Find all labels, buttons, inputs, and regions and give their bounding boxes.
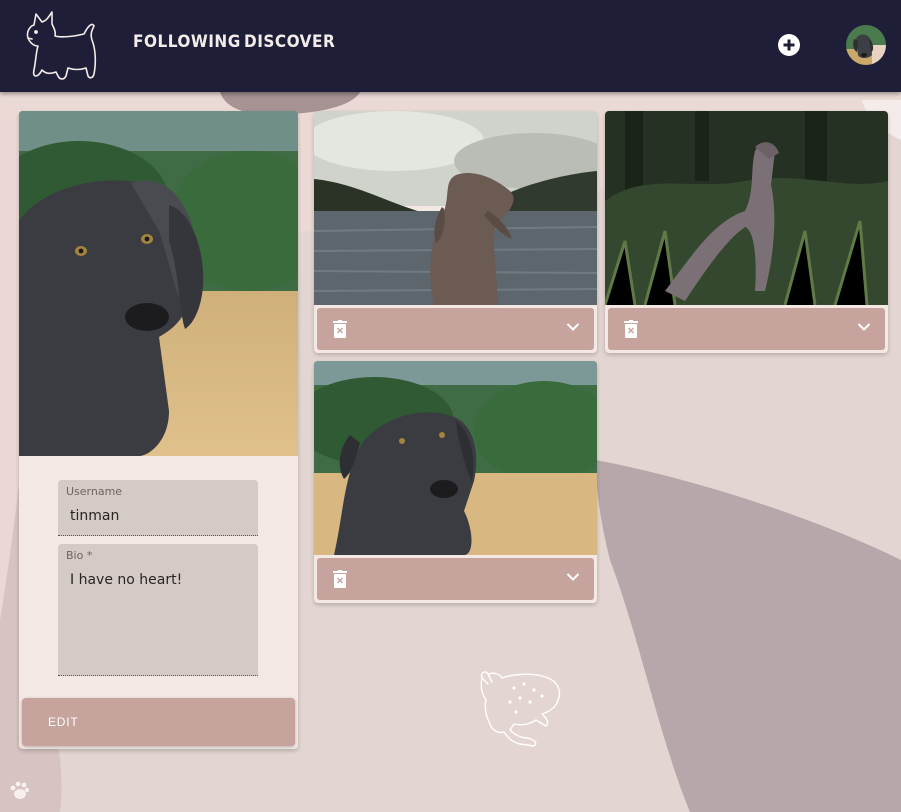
bio-label: Bio * — [66, 549, 93, 562]
post-photo[interactable] — [605, 111, 888, 305]
post-card — [605, 111, 888, 353]
post-action-bar — [608, 308, 885, 350]
trash-icon[interactable] — [624, 320, 638, 338]
bio-field[interactable]: Bio * I have no heart! — [58, 544, 258, 676]
edit-button[interactable]: EDIT — [22, 698, 295, 746]
profile-photo — [19, 111, 298, 456]
bio-value: I have no heart! — [70, 572, 183, 588]
post-action-bar — [317, 558, 594, 600]
post-card — [314, 361, 597, 603]
paw-icon — [10, 781, 30, 799]
dog-logo-icon[interactable] — [22, 8, 100, 84]
username-label: Username — [66, 485, 123, 498]
trash-icon[interactable] — [333, 320, 347, 338]
chevron-down-icon[interactable] — [566, 322, 580, 332]
chevron-down-icon[interactable] — [566, 572, 580, 582]
trash-icon[interactable] — [333, 570, 347, 588]
nav-discover-link[interactable]: DISCOVER — [244, 32, 335, 52]
add-post-plus-icon[interactable] — [778, 34, 800, 56]
post-action-bar — [317, 308, 594, 350]
profile-card: Username tinman Bio * I have no heart! E… — [19, 111, 298, 749]
top-navigation-bar: FOLLOWING DISCOVER — [0, 0, 901, 92]
username-value: tinman — [70, 508, 120, 524]
frog-doodle-icon — [480, 671, 561, 747]
user-avatar[interactable] — [846, 25, 886, 65]
edit-button-label: EDIT — [48, 715, 79, 729]
chevron-down-icon[interactable] — [857, 322, 871, 332]
post-card — [314, 111, 597, 353]
post-photo[interactable] — [314, 361, 597, 555]
post-photo[interactable] — [314, 111, 597, 305]
nav-following-link[interactable]: FOLLOWING — [133, 32, 241, 52]
username-field[interactable]: Username tinman — [58, 480, 258, 536]
